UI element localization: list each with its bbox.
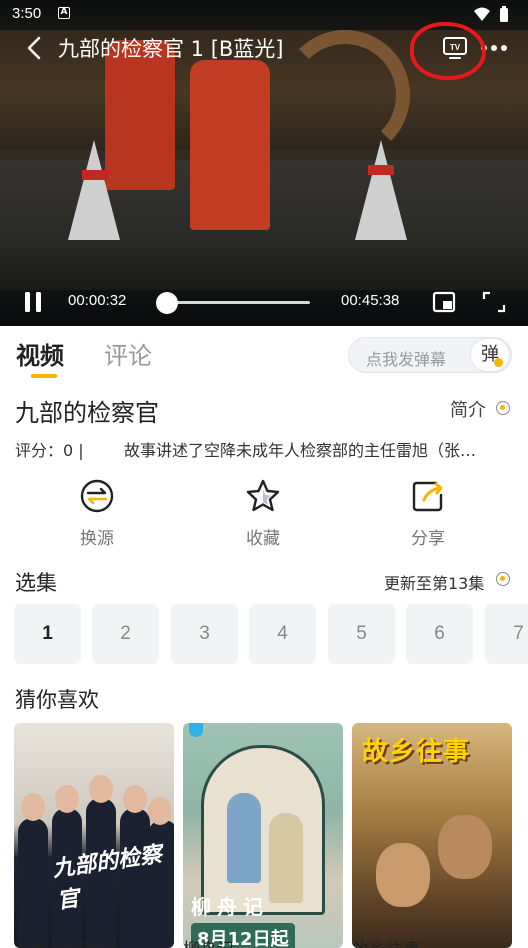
poster-figure xyxy=(269,813,303,903)
video-title: 九部的检察官 1 [B蓝光] xyxy=(58,37,284,61)
poster-face xyxy=(55,785,79,813)
recommend-poster[interactable]: 柳舟记 8月12日起 xyxy=(183,723,343,948)
recommend-list: 九部的检察官 柳舟记 8月12日起 故乡往事 xyxy=(0,723,528,948)
rating: 评分：0 | xyxy=(15,441,84,460)
action-label: 收藏 xyxy=(246,529,280,549)
intro-link[interactable]: 简介 xyxy=(450,396,486,422)
episodes-title: 选集 xyxy=(15,571,57,595)
poster-face xyxy=(21,793,45,821)
total-time: 00:45:38 xyxy=(341,292,400,309)
recommend-poster[interactable]: 故乡往事 xyxy=(352,723,512,948)
cone-stripe xyxy=(368,165,394,175)
poster-badge-icon xyxy=(189,723,203,737)
tv-cast-icon[interactable]: TV xyxy=(442,36,468,60)
fullscreen-icon[interactable] xyxy=(482,291,506,313)
seek-handle[interactable] xyxy=(155,292,178,314)
poster-title: 柳舟记 xyxy=(191,895,269,919)
poster-face xyxy=(376,843,430,907)
switch-source-button[interactable]: 换源 xyxy=(47,470,147,558)
status-bar: 3:50 A xyxy=(0,0,528,28)
video-frame-worker xyxy=(190,60,270,230)
video-frame-cone xyxy=(355,140,407,240)
episode-item[interactable]: 2 xyxy=(92,604,159,664)
recommend-poster[interactable]: 九部的检察官 xyxy=(14,723,174,948)
video-frame-cone xyxy=(68,140,120,240)
poster-face xyxy=(89,775,113,803)
episode-item[interactable]: 1 xyxy=(14,604,81,664)
action-label: 换源 xyxy=(80,529,114,549)
episode-item[interactable]: 6 xyxy=(406,604,473,664)
star-icon xyxy=(246,479,280,512)
video-player[interactable]: 3:50 A 九部的检察官 1 [B蓝光] TV 00:00:32 00:45:… xyxy=(0,0,528,326)
poster-figure xyxy=(227,793,261,883)
episodes-chevron-icon[interactable] xyxy=(496,572,510,586)
danmu-input[interactable]: 点我发弹幕 弹 xyxy=(348,337,512,373)
content-tabs: 视频 评论 点我发弹幕 弹 xyxy=(0,330,528,386)
player-controls: 00:00:32 00:45:38 xyxy=(0,284,528,320)
tab-active-indicator xyxy=(31,374,57,378)
switch-source-icon xyxy=(80,479,114,513)
episode-item[interactable]: 7 xyxy=(485,604,528,664)
recommend-caption[interactable]: 九部的检察官 xyxy=(14,935,116,948)
episode-item[interactable]: 3 xyxy=(171,604,238,664)
share-button[interactable]: 分享 xyxy=(378,470,478,558)
pause-icon[interactable] xyxy=(22,290,44,314)
svg-text:TV: TV xyxy=(450,43,461,52)
poster-face xyxy=(123,785,147,813)
picture-in-picture-icon[interactable] xyxy=(432,291,456,313)
action-label: 分享 xyxy=(411,529,445,549)
poster-arch xyxy=(201,745,325,915)
poster-title: 故乡往事 xyxy=(362,737,471,767)
poster-face xyxy=(148,797,172,825)
intro-chevron-icon[interactable] xyxy=(496,401,510,415)
seek-bar[interactable] xyxy=(165,301,310,304)
tab-video[interactable]: 视频 xyxy=(16,336,64,371)
action-row: 换源 收藏 分享 xyxy=(0,470,528,558)
recommend-title: 猜你喜欢 xyxy=(15,688,99,712)
episodes-update-link[interactable]: 更新至第13集 xyxy=(384,570,484,594)
episode-list: 1 2 3 4 5 6 7 xyxy=(14,604,528,664)
recommend-caption[interactable]: 故乡往事 xyxy=(352,935,420,948)
episode-item[interactable]: 5 xyxy=(328,604,395,664)
danmu-dot-icon xyxy=(494,358,503,367)
tab-comments[interactable]: 评论 xyxy=(104,336,152,371)
danmu-placeholder: 点我发弹幕 xyxy=(366,350,447,369)
episode-item[interactable]: 4 xyxy=(249,604,316,664)
player-top-bar: 九部的检察官 1 [B蓝光] TV xyxy=(0,28,528,68)
status-time: 3:50 xyxy=(12,5,42,22)
danmu-toggle[interactable]: 弹 xyxy=(471,339,509,371)
more-icon[interactable] xyxy=(480,36,508,60)
show-title: 九部的检察官 xyxy=(15,399,159,427)
poster-face xyxy=(438,815,492,879)
current-time: 00:00:32 xyxy=(68,292,127,309)
share-icon xyxy=(412,481,443,512)
back-icon[interactable] xyxy=(20,32,50,64)
description[interactable]: 故事讲述了空降未成年人检察部的主任雷旭（张… xyxy=(124,437,516,461)
cone-stripe xyxy=(82,170,108,180)
recommend-caption[interactable]: 柳舟记 xyxy=(183,935,234,948)
notification-icon: A xyxy=(58,7,70,19)
poster-figure xyxy=(18,818,48,948)
favorite-button[interactable]: 收藏 xyxy=(213,470,313,558)
wifi-battery-icon xyxy=(474,6,508,22)
